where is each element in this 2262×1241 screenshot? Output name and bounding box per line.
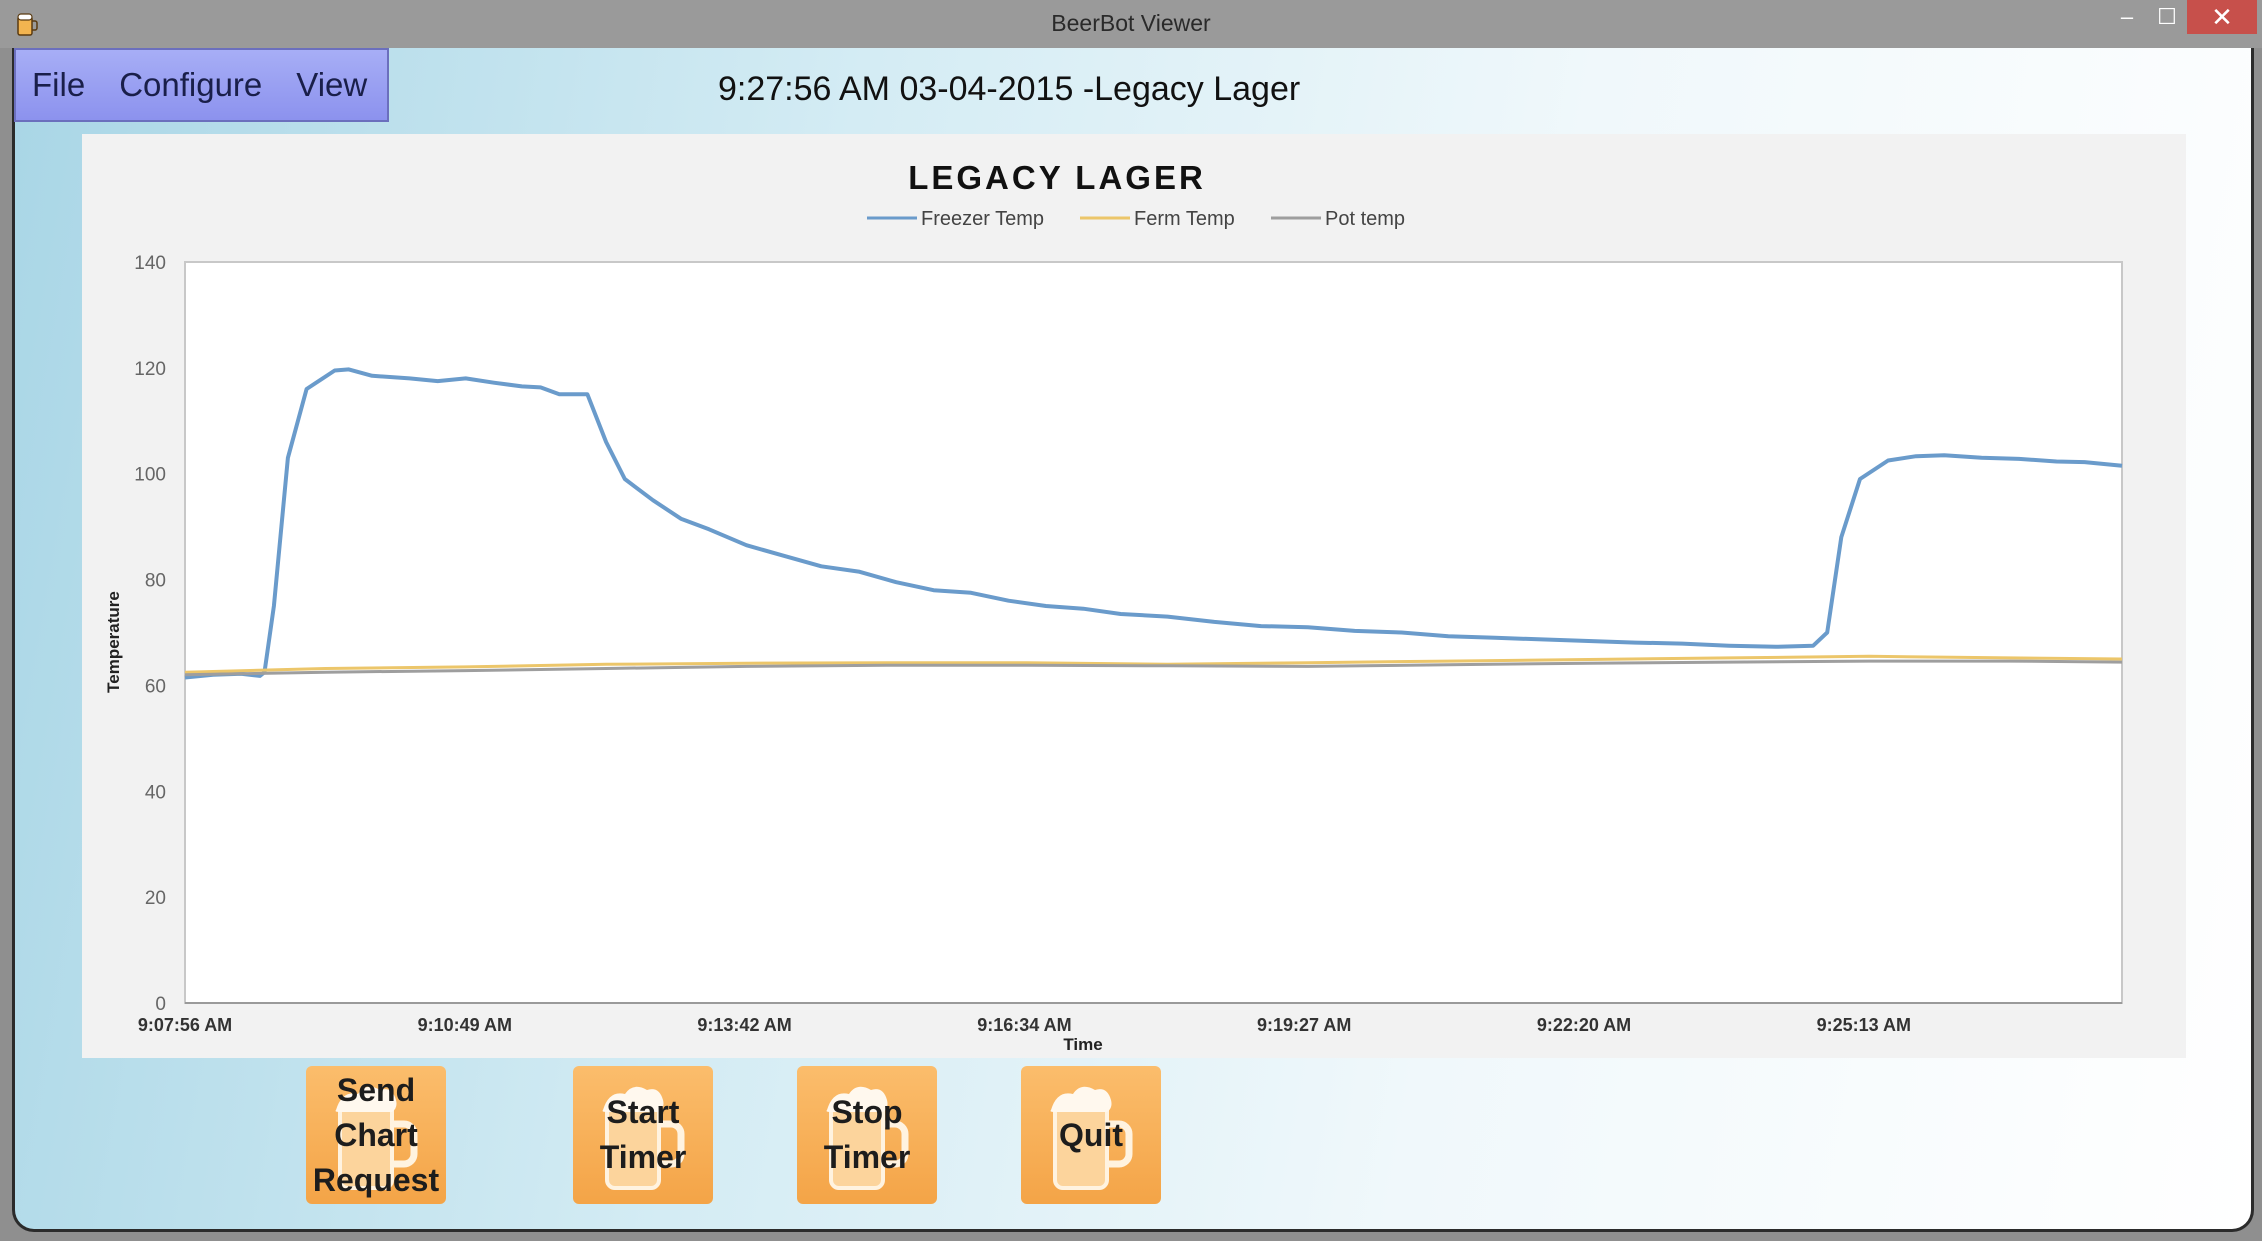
maximize-button[interactable]: ☐ (2144, 0, 2190, 34)
status-header: 9:27:56 AM 03-04-2015 -Legacy Lager (718, 70, 1301, 108)
legend-label: Pot temp (1325, 208, 1405, 230)
x-axis-label: Time (1063, 1035, 1102, 1054)
y-tick-label: 60 (145, 676, 166, 697)
x-tick-label: 9:07:56 AM (138, 1015, 232, 1035)
title-bar: BeerBot Viewer – ☐ ✕ (0, 0, 2262, 48)
menu-bar: File Configure View (14, 48, 389, 122)
send-chart-request-button[interactable]: Send Chart Request (306, 1066, 446, 1204)
quit-button[interactable]: Quit (1021, 1066, 1161, 1204)
menu-view[interactable]: View (296, 66, 367, 104)
start-timer-button[interactable]: Start Timer (573, 1066, 713, 1204)
y-tick-label: 80 (145, 571, 166, 592)
chart-title: LEGACY LAGER (908, 159, 1206, 196)
menu-file[interactable]: File (32, 66, 85, 104)
y-tick-label: 120 (134, 359, 166, 380)
legend-label: Ferm Temp (1134, 208, 1235, 230)
x-tick-label: 9:19:27 AM (1257, 1015, 1351, 1035)
window-title: BeerBot Viewer (1051, 10, 1211, 36)
button-label: Start Timer (599, 1094, 687, 1175)
y-tick-label: 0 (155, 994, 166, 1015)
plot-area (184, 261, 2123, 1004)
x-tick-label: 9:16:34 AM (977, 1015, 1071, 1035)
y-tick-label: 40 (145, 782, 166, 803)
button-label: Stop Timer (823, 1094, 911, 1175)
stop-timer-button[interactable]: Stop Timer (797, 1066, 937, 1204)
x-tick-label: 9:25:13 AM (1817, 1015, 1911, 1035)
x-tick-label: 9:10:49 AM (418, 1015, 512, 1035)
chart-panel: LEGACY LAGER Freezer Temp Ferm Temp Pot tem… (82, 134, 2186, 1058)
y-tick-label: 20 (145, 888, 166, 909)
y-tick-label: 100 (134, 465, 166, 486)
menu-configure[interactable]: Configure (119, 66, 262, 104)
y-tick-label: 140 (134, 253, 166, 274)
close-button[interactable]: ✕ (2187, 0, 2257, 34)
legend-label: Freezer Temp (921, 208, 1044, 230)
y-axis-label: Temperature (104, 591, 123, 693)
x-tick-label: 9:22:20 AM (1537, 1015, 1631, 1035)
button-label: Quit (1059, 1116, 1123, 1153)
button-label: Send Chart Request (312, 1071, 440, 1198)
temperature-chart: LEGACY LAGER Freezer Temp Ferm Temp Pot tem… (104, 159, 2123, 1054)
x-tick-label: 9:13:42 AM (697, 1015, 791, 1035)
